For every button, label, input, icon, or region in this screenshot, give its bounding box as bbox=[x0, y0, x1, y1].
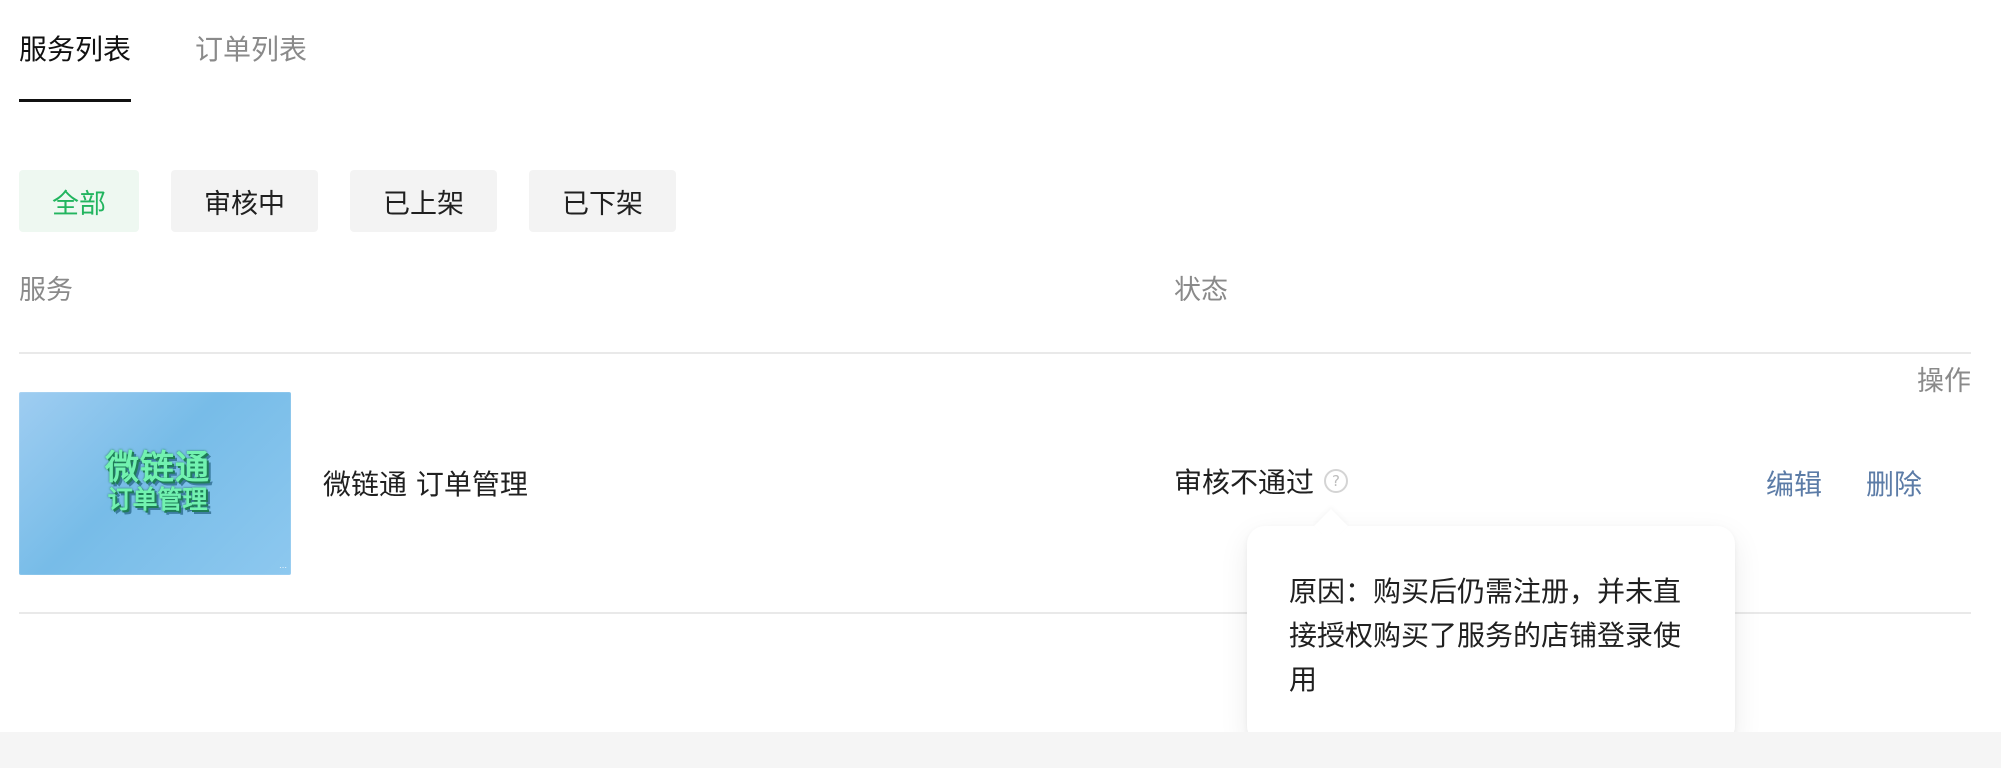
thumbnail-subtitle: 订单管理 bbox=[107, 484, 208, 514]
tab-service-list[interactable]: 服务列表 bbox=[19, 18, 132, 102]
filter-reviewing[interactable]: 审核中 bbox=[171, 170, 318, 232]
table-header: 服务 状态 操作 bbox=[19, 250, 1971, 397]
thumbnail-title: 微链通 bbox=[105, 448, 210, 488]
service-name: 微链通 订单管理 bbox=[323, 468, 528, 501]
filter-all[interactable]: 全部 bbox=[19, 170, 139, 232]
status-filters: 全部 审核中 已上架 已下架 bbox=[19, 170, 676, 232]
thumbnail-watermark: ⋯ bbox=[279, 563, 287, 572]
service-thumbnail: 微链通 订单管理 ⋯ bbox=[19, 392, 291, 575]
status-cell: 审核不通过 ? bbox=[1174, 461, 1349, 501]
top-tabs: 服务列表 订单列表 bbox=[19, 18, 307, 102]
edit-button[interactable]: 编辑 bbox=[1766, 463, 1822, 503]
bottom-background-band bbox=[0, 732, 2001, 768]
delete-button[interactable]: 删除 bbox=[1866, 463, 1922, 503]
filter-listed[interactable]: 已上架 bbox=[350, 170, 497, 232]
reason-tooltip: 原因：购买后仍需注册，并未直接授权购买了服务的店铺登录使用 bbox=[1247, 526, 1735, 744]
column-header-service: 服务 bbox=[19, 275, 73, 306]
column-header-status: 状态 bbox=[1174, 275, 1228, 306]
thumbnail-text: 微链通 订单管理 bbox=[105, 448, 210, 514]
help-icon[interactable]: ? bbox=[1324, 469, 1349, 493]
tab-order-list[interactable]: 订单列表 bbox=[195, 18, 307, 92]
row-actions: 编辑 删除 bbox=[1766, 463, 1922, 503]
status-text: 审核不通过 bbox=[1174, 466, 1315, 499]
filter-delisted[interactable]: 已下架 bbox=[529, 170, 676, 232]
